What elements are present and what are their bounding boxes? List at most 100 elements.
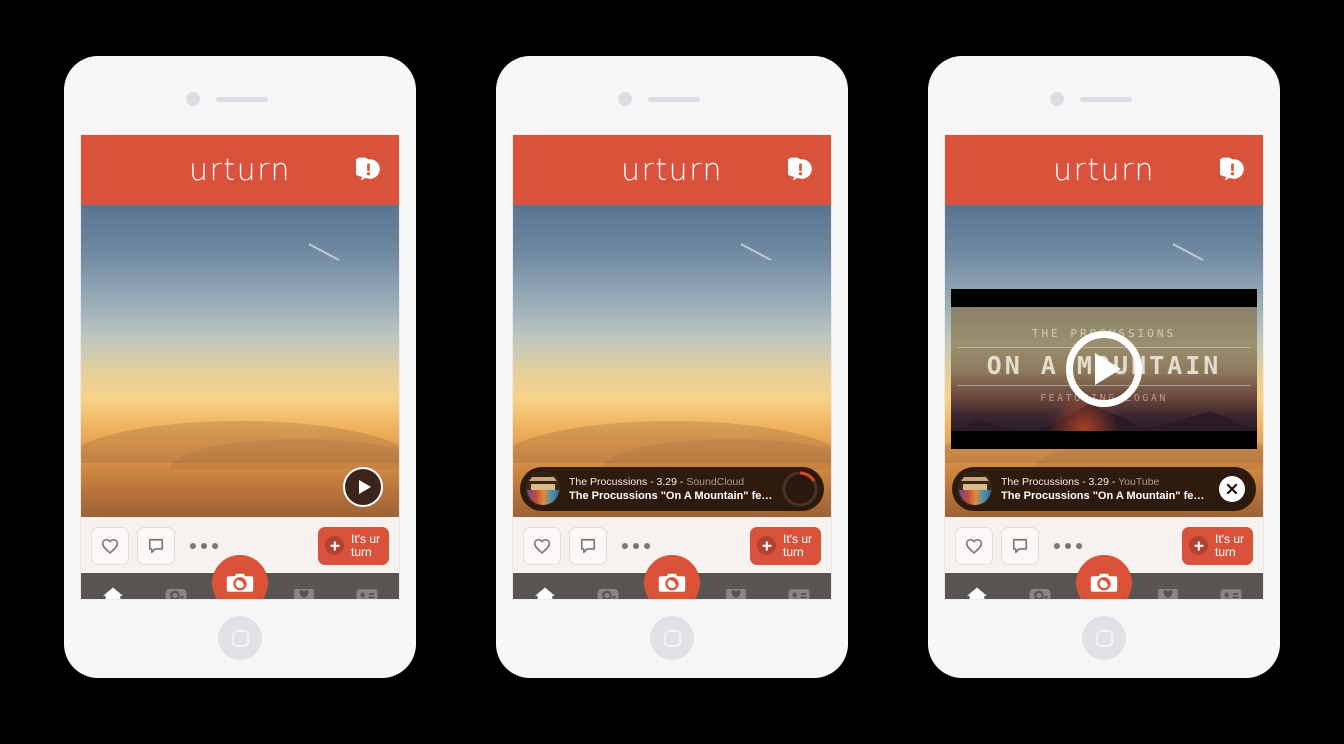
track-title: The Procussions "On A Mountain" feat. Lo… (569, 490, 776, 502)
track-thumbnail (526, 472, 560, 506)
phone-top-bezel (496, 56, 848, 134)
sidebar-item-home[interactable] (945, 573, 1009, 599)
more-options-button[interactable] (190, 542, 218, 549)
like-button[interactable] (955, 526, 993, 565)
sidebar-item-camera[interactable] (208, 555, 272, 599)
search-icon (1029, 588, 1051, 599)
sidebar-item-search[interactable] (1009, 573, 1073, 599)
speech-bubble-icon (580, 538, 596, 553)
phone-bottom-bezel (496, 600, 848, 676)
sidebar-item-profile[interactable] (335, 573, 399, 599)
heart-icon (101, 538, 119, 554)
track-artist: The Procussions - 3.29 - (569, 476, 687, 488)
front-camera-dot (1050, 92, 1064, 106)
track-source: SoundCloud (686, 476, 745, 488)
home-button[interactable] (650, 616, 694, 660)
alert-bubble-icon[interactable] (1216, 157, 1245, 183)
phone-top-bezel (64, 56, 416, 134)
camera-icon (226, 573, 254, 592)
contrail-streak (308, 243, 340, 261)
sidebar-item-home[interactable] (513, 573, 577, 599)
pause-button[interactable] (782, 471, 818, 507)
camera-icon (1090, 573, 1118, 592)
alert-bubble-icon[interactable] (784, 157, 813, 183)
track-source: YouTube (1118, 476, 1160, 488)
its-ur-turn-button[interactable]: It's ur turn (1182, 526, 1253, 565)
earpiece-speaker (216, 97, 268, 102)
contact-card-icon (356, 589, 378, 599)
its-ur-turn-button[interactable]: It's ur turn (318, 526, 389, 565)
contrail-streak (740, 243, 772, 261)
audio-player-bar[interactable]: The Procussions - 3.29 - SoundCloud The … (520, 467, 824, 511)
sidebar-item-activity[interactable] (272, 573, 336, 599)
track-info: The Procussions - 3.29 - SoundCloud The … (560, 475, 782, 503)
ellipsis-dot (622, 542, 628, 549)
heart-icon (533, 538, 551, 554)
play-icon (358, 480, 371, 494)
plus-icon (757, 536, 777, 555)
phone-screen-3: urturn THE PROCUSSIONS ON A MOUNTAIN FEA… (944, 134, 1264, 600)
app-header: urturn (945, 135, 1263, 205)
contrail-streak (1172, 243, 1204, 261)
its-ur-turn-label: It's ur turn (783, 531, 812, 559)
sidebar-item-activity[interactable] (1136, 573, 1200, 599)
app-logo: urturn (189, 152, 291, 188)
close-video-button[interactable] (1214, 471, 1250, 507)
video-play-button[interactable] (1066, 331, 1142, 407)
home-icon (966, 587, 987, 599)
post-photo[interactable] (81, 205, 399, 517)
track-info: The Procussions - 3.29 - YouTube The Pro… (992, 475, 1214, 503)
home-button[interactable] (218, 616, 262, 660)
home-icon (534, 587, 555, 599)
play-badge-button[interactable] (343, 467, 383, 507)
phone-bottom-bezel (928, 600, 1280, 676)
sidebar-item-search[interactable] (145, 573, 209, 599)
earpiece-speaker (1080, 97, 1132, 102)
its-ur-turn-label: It's ur turn (1215, 531, 1244, 559)
ellipsis-dot (190, 542, 196, 549)
camera-icon (658, 573, 686, 592)
like-button[interactable] (523, 526, 561, 565)
sidebar-item-activity[interactable] (704, 573, 768, 599)
app-logo: urturn (621, 152, 723, 188)
track-artist-line: The Procussions - 3.29 - SoundCloud (569, 475, 776, 489)
ellipsis-dot (1054, 542, 1060, 549)
ellipsis-dot (201, 542, 207, 549)
sidebar-item-camera[interactable] (640, 555, 704, 599)
plus-icon (325, 536, 345, 555)
bottom-nav-bar (81, 555, 399, 599)
sidebar-item-search[interactable] (577, 573, 641, 599)
sidebar-item-home[interactable] (81, 573, 145, 599)
home-button-square-icon (663, 629, 681, 647)
screenshot-stage: urturn It's ur turn urturn The Procussio… (0, 0, 1344, 744)
more-options-button[interactable] (1054, 542, 1082, 549)
speech-bubble-icon (1012, 538, 1028, 553)
post-photo[interactable]: THE PROCUSSIONS ON A MOUNTAIN FEATURING … (945, 205, 1263, 517)
like-button[interactable] (91, 526, 129, 565)
video-player-overlay[interactable]: THE PROCUSSIONS ON A MOUNTAIN FEATURING … (951, 289, 1257, 449)
video-info-bar[interactable]: The Procussions - 3.29 - YouTube The Pro… (952, 467, 1256, 511)
alert-bubble-icon[interactable] (352, 157, 381, 183)
ellipsis-dot (633, 542, 639, 549)
search-icon (165, 588, 187, 599)
comment-button[interactable] (137, 526, 175, 565)
comment-button[interactable] (569, 526, 607, 565)
app-header: urturn (513, 135, 831, 205)
sidebar-item-profile[interactable] (1199, 573, 1263, 599)
more-options-button[interactable] (622, 542, 650, 549)
phone-screen-1: urturn It's ur turn (80, 134, 400, 600)
sidebar-item-camera[interactable] (1072, 555, 1136, 599)
heart-icon (965, 538, 983, 554)
home-button[interactable] (1082, 616, 1126, 660)
track-artist: The Procussions - 3.29 - (1001, 476, 1119, 488)
its-ur-turn-button[interactable]: It's ur turn (750, 526, 821, 565)
play-icon (1094, 353, 1121, 385)
post-photo[interactable]: The Procussions - 3.29 - SoundCloud The … (513, 205, 831, 517)
earpiece-speaker (648, 97, 700, 102)
comment-button[interactable] (1001, 526, 1039, 565)
track-thumbnail (958, 472, 992, 506)
phone-screen-2: urturn The Procussions - 3.29 - SoundClo… (512, 134, 832, 600)
ellipsis-dot (644, 542, 650, 549)
sidebar-item-profile[interactable] (767, 573, 831, 599)
bottom-nav-bar (945, 555, 1263, 599)
